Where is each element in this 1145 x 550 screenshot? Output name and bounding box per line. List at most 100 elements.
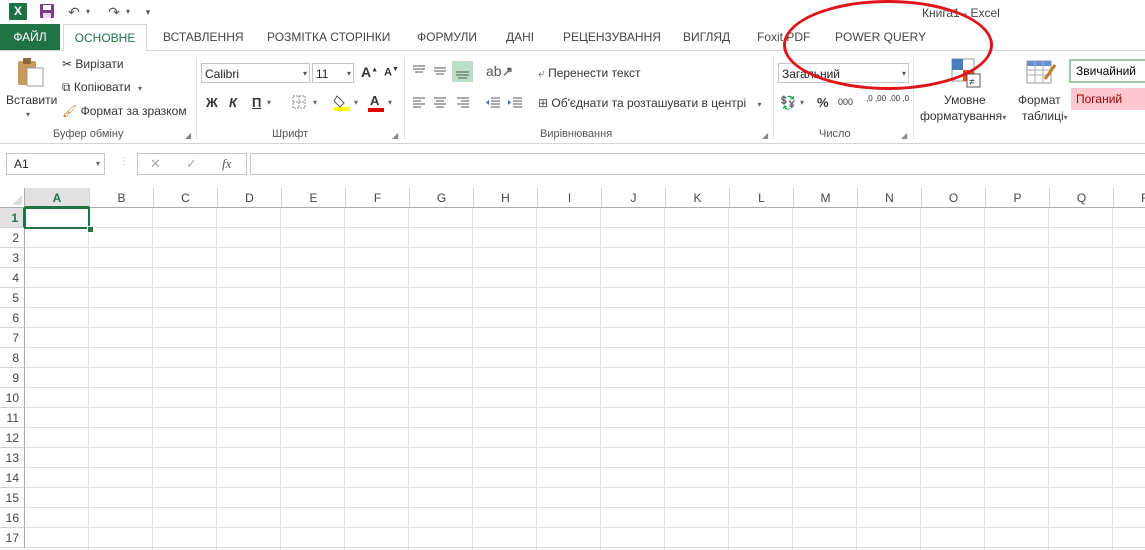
- percent-button[interactable]: %: [817, 95, 829, 110]
- row-header[interactable]: 17: [0, 528, 25, 548]
- tab-file[interactable]: ФАЙЛ: [0, 24, 60, 50]
- underline-button[interactable]: П: [252, 95, 261, 110]
- orientation-dropdown-icon[interactable]: ▾: [507, 66, 511, 75]
- row-header[interactable]: 12: [0, 428, 25, 448]
- enter-icon[interactable]: ✓: [186, 156, 197, 172]
- cell-style-normal[interactable]: Звичайний: [1069, 59, 1145, 83]
- number-format-select[interactable]: Загальний ▾: [778, 63, 909, 83]
- format-painter-button[interactable]: 🖌 Формат за зразком: [62, 103, 187, 119]
- underline-dropdown-icon[interactable]: ▾: [267, 98, 271, 107]
- column-header[interactable]: C: [154, 188, 218, 208]
- font-color-dropdown-icon[interactable]: ▾: [388, 98, 392, 107]
- row-header[interactable]: 10: [0, 388, 25, 408]
- row-header[interactable]: 14: [0, 468, 25, 488]
- merge-dropdown-icon[interactable]: ▾: [757, 100, 761, 109]
- column-header[interactable]: Q: [1050, 188, 1114, 208]
- column-header[interactable]: M: [794, 188, 858, 208]
- column-header[interactable]: H: [474, 188, 538, 208]
- font-size-select[interactable]: 11 ▾: [312, 63, 354, 83]
- tab-page-layout[interactable]: РОЗМІТКА СТОРІНКИ: [265, 24, 392, 50]
- tab-insert[interactable]: ВСТАВЛЕННЯ: [161, 24, 246, 50]
- format-as-table-label-1[interactable]: Формат: [1018, 92, 1061, 108]
- row-header[interactable]: 7: [0, 328, 25, 348]
- wrap-text-button[interactable]: ⤶ Перенести текст: [538, 65, 640, 81]
- tab-view[interactable]: ВИГЛЯД: [681, 24, 732, 50]
- formula-input[interactable]: [250, 153, 1145, 175]
- decrease-decimal-button[interactable]: ,00 ,0: [889, 94, 909, 103]
- currency-dropdown-icon[interactable]: ▾: [800, 98, 804, 107]
- paste-button[interactable]: Вставити: [6, 92, 57, 108]
- tab-review[interactable]: РЕЦЕНЗУВАННЯ: [561, 24, 663, 50]
- fill-color-dropdown-icon[interactable]: ▾: [354, 98, 358, 107]
- currency-format-icon[interactable]: 💱: [780, 95, 796, 111]
- shrink-font-button[interactable]: A▼: [384, 66, 399, 79]
- align-middle-icon[interactable]: [432, 63, 448, 82]
- undo-icon[interactable]: ↶: [65, 3, 83, 21]
- column-header[interactable]: I: [538, 188, 602, 208]
- column-header[interactable]: R: [1114, 188, 1145, 208]
- active-cell[interactable]: [24, 207, 90, 229]
- align-left-icon[interactable]: [411, 95, 427, 114]
- font-family-select[interactable]: Calibri ▾: [201, 63, 310, 83]
- copy-button[interactable]: ⧉ Копіювати ▾: [62, 79, 142, 97]
- bold-button[interactable]: Ж: [206, 95, 218, 110]
- name-box[interactable]: A1 ▾: [6, 153, 105, 175]
- grow-font-button[interactable]: A▲: [361, 64, 378, 80]
- tab-foxit-pdf[interactable]: Foxit PDF: [755, 24, 812, 50]
- customize-qat-icon[interactable]: ▾: [142, 3, 154, 21]
- conditional-formatting-button[interactable]: форматування▾: [920, 108, 1006, 126]
- select-all-button[interactable]: [0, 188, 25, 208]
- borders-icon[interactable]: [292, 95, 306, 112]
- column-header[interactable]: J: [602, 188, 666, 208]
- column-header[interactable]: F: [346, 188, 410, 208]
- alignment-launcher-icon[interactable]: ◢: [762, 131, 771, 140]
- chevron-down-icon[interactable]: ▾: [96, 154, 100, 174]
- fill-color-icon[interactable]: [333, 93, 351, 111]
- merge-center-button[interactable]: ⊞ Об'єднати та розташувати в центрі ▾: [538, 95, 761, 113]
- row-header[interactable]: 11: [0, 408, 25, 428]
- decrease-indent-icon[interactable]: [485, 95, 501, 114]
- align-center-icon[interactable]: [432, 95, 448, 114]
- thousands-separator-button[interactable]: 000: [838, 97, 853, 107]
- row-header[interactable]: 1: [0, 208, 25, 228]
- format-as-table-button[interactable]: таблиці▾: [1022, 108, 1068, 126]
- cells-area[interactable]: [25, 208, 1145, 550]
- cell-style-bad[interactable]: Поганий: [1071, 88, 1145, 110]
- redo-icon[interactable]: ↷: [105, 3, 123, 21]
- copy-dropdown-icon[interactable]: ▾: [138, 84, 142, 93]
- column-header[interactable]: K: [666, 188, 730, 208]
- align-top-icon[interactable]: [411, 63, 427, 82]
- tab-power-query[interactable]: POWER QUERY: [833, 24, 928, 50]
- number-launcher-icon[interactable]: ◢: [901, 131, 910, 140]
- paste-dropdown-icon[interactable]: ▾: [26, 107, 30, 123]
- save-icon[interactable]: [38, 3, 56, 21]
- excel-logo-icon[interactable]: X: [9, 3, 27, 20]
- align-right-icon[interactable]: [455, 95, 471, 114]
- cut-button[interactable]: ✂ Вирізати: [62, 56, 124, 72]
- paste-icon[interactable]: [14, 57, 48, 87]
- row-header[interactable]: 15: [0, 488, 25, 508]
- undo-dropdown-icon[interactable]: ▾: [83, 3, 93, 21]
- font-launcher-icon[interactable]: ◢: [392, 131, 401, 140]
- row-header[interactable]: 5: [0, 288, 25, 308]
- conditional-formatting-label-1[interactable]: Умовне: [944, 92, 986, 108]
- increase-decimal-button[interactable]: ,0 ,00: [866, 94, 886, 103]
- row-header[interactable]: 6: [0, 308, 25, 328]
- row-header[interactable]: 9: [0, 368, 25, 388]
- conditional-formatting-icon[interactable]: ≠: [950, 57, 982, 89]
- column-header[interactable]: D: [218, 188, 282, 208]
- row-header[interactable]: 3: [0, 248, 25, 268]
- tab-data[interactable]: ДАНІ: [504, 24, 536, 50]
- column-header[interactable]: E: [282, 188, 346, 208]
- tab-formulas[interactable]: ФОРМУЛИ: [415, 24, 479, 50]
- column-header[interactable]: N: [858, 188, 922, 208]
- redo-dropdown-icon[interactable]: ▾: [123, 3, 133, 21]
- column-header[interactable]: P: [986, 188, 1050, 208]
- fill-handle[interactable]: [87, 226, 94, 233]
- column-header[interactable]: A: [25, 188, 90, 208]
- increase-indent-icon[interactable]: [507, 95, 523, 114]
- cancel-icon[interactable]: ✕: [150, 156, 161, 172]
- font-color-icon[interactable]: A: [368, 93, 384, 112]
- italic-button[interactable]: К: [229, 95, 237, 110]
- column-header[interactable]: O: [922, 188, 986, 208]
